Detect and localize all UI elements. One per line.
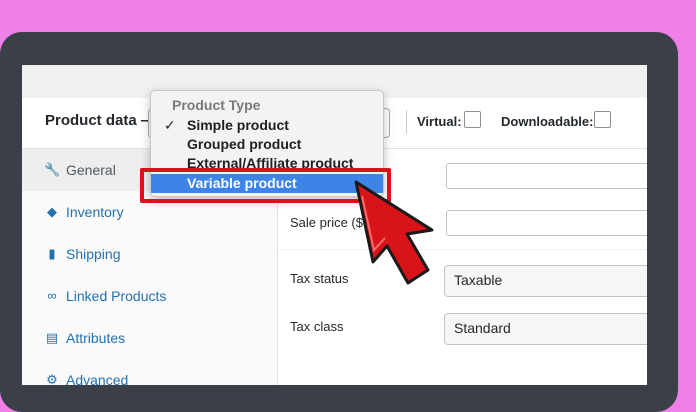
cursor-arrow-icon <box>354 180 434 285</box>
